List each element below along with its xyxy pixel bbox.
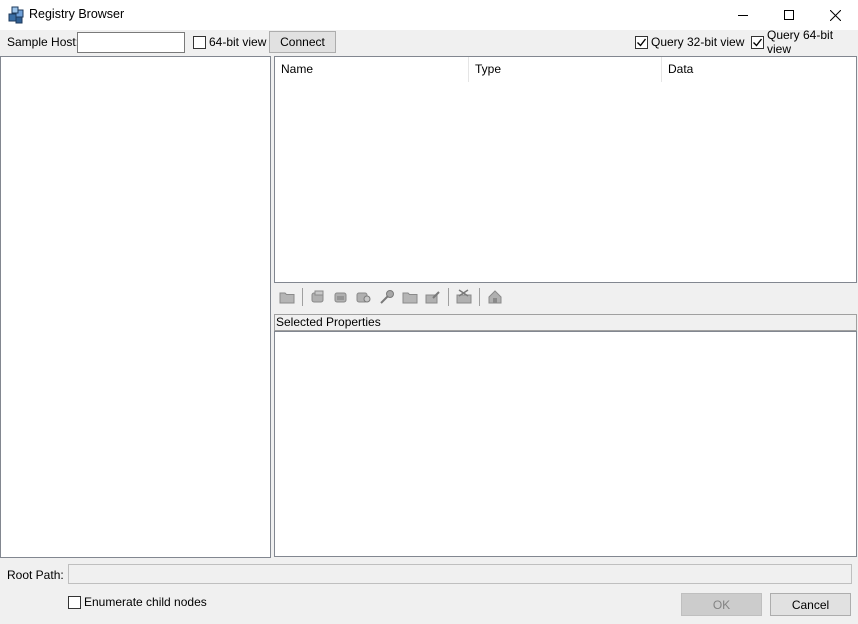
registry-cubes-icon <box>8 6 25 24</box>
query32-label: Query 32-bit view <box>651 35 745 49</box>
maximize-button[interactable] <box>766 0 812 30</box>
new-key-icon[interactable] <box>308 287 328 307</box>
folder-icon[interactable] <box>277 287 297 307</box>
icon-toolbar <box>274 284 857 310</box>
toolbar-separator <box>448 288 449 306</box>
query64-checkbox[interactable]: Query 64-bit view <box>751 28 858 56</box>
column-header-name[interactable]: Name <box>275 57 469 82</box>
title-bar: Registry Browser <box>0 0 858 30</box>
column-header-type[interactable]: Type <box>469 57 662 82</box>
open-folder-icon[interactable] <box>400 287 420 307</box>
enumerate-label: Enumerate child nodes <box>84 595 207 609</box>
view64-checkbox[interactable]: 64-bit view <box>193 34 266 50</box>
find-icon[interactable] <box>354 287 374 307</box>
root-path-field[interactable] <box>68 564 852 584</box>
sample-host-input[interactable] <box>77 32 185 53</box>
connect-button[interactable]: Connect <box>269 31 336 53</box>
root-path-label: Root Path: <box>7 568 64 582</box>
view64-checkbox-box[interactable] <box>193 35 206 49</box>
sample-host-label: Sample Host: <box>7 35 80 49</box>
values-list-view[interactable]: Name Type Data <box>274 56 857 283</box>
delete-icon[interactable] <box>454 287 474 307</box>
minimize-icon <box>738 15 748 16</box>
home-icon[interactable] <box>485 287 505 307</box>
query64-checkbox-box[interactable] <box>751 35 764 49</box>
close-button[interactable] <box>812 0 858 30</box>
ok-button[interactable]: OK <box>681 593 762 616</box>
key-icon[interactable] <box>377 287 397 307</box>
edit-icon[interactable] <box>423 287 443 307</box>
window-title: Registry Browser <box>29 7 125 21</box>
checkmark-icon <box>753 38 763 47</box>
minimize-button[interactable] <box>720 0 766 30</box>
toolbar-separator <box>302 288 303 306</box>
close-icon <box>829 9 841 21</box>
column-header-data[interactable]: Data <box>662 57 856 82</box>
enumerate-child-nodes-checkbox[interactable]: Enumerate child nodes <box>68 594 207 610</box>
list-header: Name Type Data <box>275 57 856 82</box>
query64-label: Query 64-bit view <box>767 28 834 56</box>
selected-properties-pane[interactable] <box>274 331 857 557</box>
maximize-icon <box>784 10 794 20</box>
new-value-icon[interactable] <box>331 287 351 307</box>
checkmark-icon <box>637 38 647 47</box>
toolbar-separator <box>479 288 480 306</box>
query32-checkbox[interactable]: Query 32-bit view <box>635 34 744 50</box>
cancel-button[interactable]: Cancel <box>770 593 851 616</box>
view64-label: 64-bit view <box>209 35 267 49</box>
query32-checkbox-box[interactable] <box>635 35 648 49</box>
enumerate-checkbox-box[interactable] <box>68 595 81 609</box>
selected-properties-header: Selected Properties <box>274 314 857 331</box>
registry-tree-view[interactable] <box>0 56 271 558</box>
